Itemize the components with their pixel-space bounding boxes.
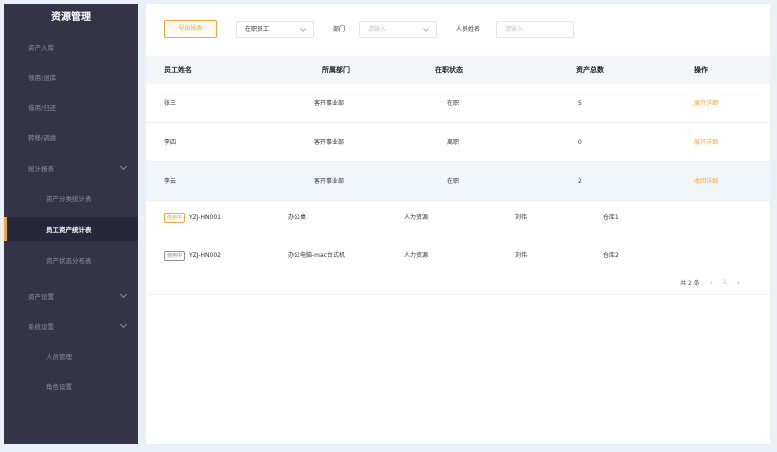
chevron-down-icon	[423, 26, 429, 32]
sidebar-item-label: 转移/调拨	[28, 134, 57, 142]
prev-page-icon[interactable]: ‹	[710, 278, 713, 287]
expand-details-link[interactable]: 展开详细	[694, 123, 718, 162]
sidebar-item-employee-asset-report[interactable]: 员工资产统计表	[4, 217, 138, 241]
sidebar-title: 资源管理	[51, 12, 91, 23]
sidebar-item-staff-management[interactable]: 人员管理	[4, 344, 138, 368]
sidebar-item-label: 资产入库	[28, 44, 54, 52]
employee-name: 张三	[164, 100, 177, 107]
sidebar-item-receive-return[interactable]: 领用/退库	[4, 65, 138, 89]
sidebar: 资源管理 资产入库 领用/退库 借用/归还 转移/调拨 统计报表 资产分类统计表…	[4, 4, 138, 444]
employee-department: 客开事业部	[314, 100, 345, 107]
sidebar-item-role-settings[interactable]: 角色设置	[4, 374, 138, 398]
asset-code-cell: 借用中 YZJ-HN001	[164, 204, 221, 232]
employee-department: 客开事业部	[314, 178, 345, 185]
collapse-details-link[interactable]: 收回详细	[694, 162, 718, 201]
pagination-total: 共 2 条	[680, 279, 700, 287]
employment-status-select[interactable]: 在职员工	[236, 21, 314, 38]
detail-row: 使用中 YZJ-HN002 办公电脑-mac台式机 人力资源 刘伟 仓库2	[146, 242, 770, 270]
expand-details-link[interactable]: 展开详细	[694, 84, 718, 123]
sidebar-item-system-settings[interactable]: 系统设置	[4, 314, 138, 338]
asset-code: YZJ-HN002	[189, 252, 221, 259]
sidebar-item-asset-status-report[interactable]: 资产状态分布表	[4, 248, 138, 272]
department-select[interactable]: 请输入	[359, 21, 437, 38]
asset-item: 办公电脑-mac台式机	[288, 252, 345, 259]
table-row: 李云 客开事业部 在职 2 收回详细	[146, 162, 770, 201]
column-header-asset-total: 资产总数	[576, 66, 604, 74]
asset-holder: 刘伟	[515, 214, 528, 221]
sidebar-item-label: 资产分类统计表	[46, 195, 92, 203]
sidebar-item-label: 资产设置	[28, 293, 54, 301]
sidebar-item-label: 角色设置	[46, 383, 72, 391]
employee-department: 客开事业部	[314, 139, 345, 146]
sidebar-item-asset-category-report[interactable]: 资产分类统计表	[4, 186, 138, 210]
sidebar-item-label: 借用/归还	[28, 104, 57, 112]
pagination: 共 2 条 ‹ 1 ›	[680, 276, 740, 288]
chevron-down-icon	[119, 320, 128, 329]
asset-code: YZJ-HN001	[189, 214, 221, 221]
export-report-button[interactable]: 导出报表	[164, 20, 217, 38]
column-header-actions: 操作	[694, 66, 708, 74]
chevron-down-icon	[119, 162, 128, 171]
sidebar-item-borrow-return[interactable]: 借用/归还	[4, 95, 138, 119]
sidebar-item-asset-settings[interactable]: 资产设置	[4, 284, 138, 308]
asset-total: 0	[578, 139, 582, 146]
asset-total: 5	[578, 100, 582, 107]
department-placeholder: 请输入	[368, 26, 387, 33]
sidebar-item-label: 统计报表	[28, 165, 54, 173]
chevron-down-icon	[300, 26, 306, 32]
next-page-icon[interactable]: ›	[737, 278, 740, 287]
employment-status: 离职	[447, 139, 460, 146]
asset-location: 仓库2	[603, 252, 619, 259]
sidebar-item-transfer[interactable]: 转移/调拨	[4, 125, 138, 149]
table-row: 李四 客开事业部 离职 0 展开详细	[146, 123, 770, 162]
sidebar-item-asset-inbound[interactable]: 资产入库	[4, 35, 138, 59]
department-label: 部门	[333, 26, 346, 33]
table-row: 张三 客开事业部 在职 5 展开详细	[146, 84, 770, 123]
sidebar-item-label: 系统设置	[28, 323, 54, 331]
detail-row: 借用中 YZJ-HN001 办公桌 人力资源 刘伟 仓库1	[146, 204, 770, 232]
employee-name: 李四	[164, 139, 177, 146]
asset-department: 人力资源	[404, 214, 429, 221]
chevron-down-icon	[119, 290, 128, 299]
employment-status-value: 在职员工	[245, 26, 270, 33]
asset-holder: 刘伟	[515, 252, 528, 259]
asset-location: 仓库1	[603, 214, 619, 221]
staff-name-input[interactable]	[496, 21, 574, 38]
column-header-name: 员工姓名	[164, 66, 192, 74]
column-header-status: 在职状态	[435, 66, 463, 74]
sidebar-item-label: 人员管理	[46, 353, 72, 361]
column-header-department: 所属部门	[322, 66, 350, 74]
asset-item: 办公桌	[288, 214, 307, 221]
sidebar-item-label: 领用/退库	[28, 74, 57, 82]
divider	[146, 294, 770, 295]
employment-status: 在职	[447, 178, 460, 185]
asset-total: 2	[578, 178, 582, 185]
main-panel: 导出报表 在职员工 部门 请输入 人员姓名 员工姓名 所属部门 在职状态 资产总…	[146, 4, 770, 444]
status-badge: 使用中	[164, 250, 186, 261]
asset-code-cell: 使用中 YZJ-HN002	[164, 242, 221, 270]
staff-name-label: 人员姓名	[456, 26, 481, 33]
table-header: 员工姓名 所属部门 在职状态 资产总数 操作	[146, 56, 770, 84]
employment-status: 在职	[447, 100, 460, 107]
sidebar-item-reports[interactable]: 统计报表	[4, 156, 138, 180]
filter-bar: 导出报表 在职员工 部门 请输入 人员姓名	[146, 4, 770, 54]
page-number-current[interactable]: 1	[723, 279, 727, 286]
status-badge: 借用中	[164, 212, 186, 223]
sidebar-item-label: 资产状态分布表	[46, 257, 92, 265]
sidebar-item-label: 员工资产统计表	[46, 226, 92, 234]
employee-name: 李云	[164, 178, 177, 185]
asset-department: 人力资源	[404, 252, 429, 259]
